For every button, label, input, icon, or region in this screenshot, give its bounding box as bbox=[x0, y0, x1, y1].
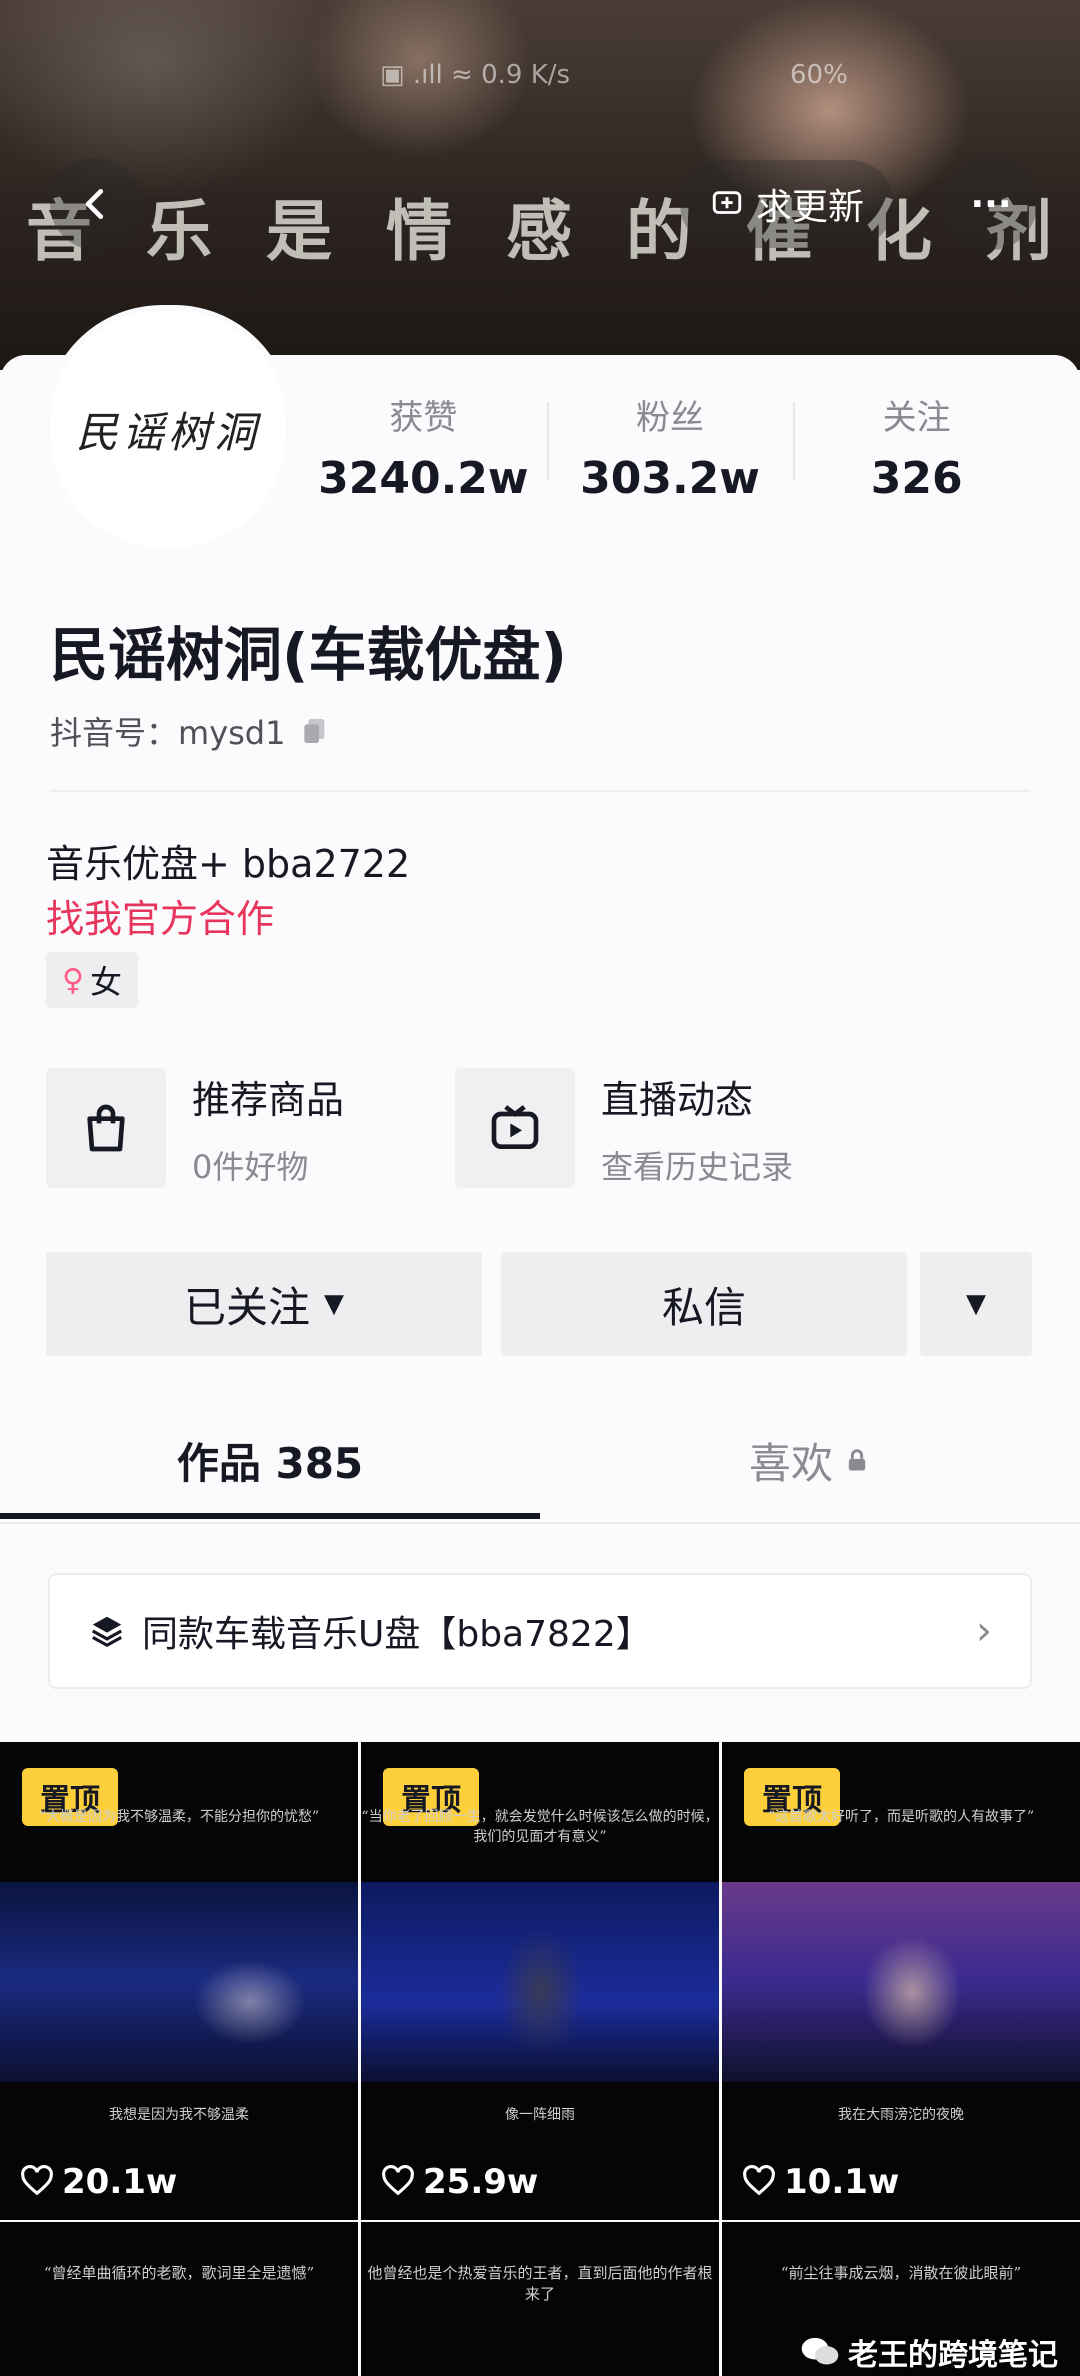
copy-icon[interactable] bbox=[299, 715, 331, 747]
video-thumbnail[interactable]: 置顶 “这首歌太好听了，而是听歌的人有故事了” 我在大雨滂沱的夜晚 10.1w bbox=[722, 1742, 1080, 2220]
video-thumbnail[interactable]: 他曾经也是个热爱音乐的王者，直到后面他的作者根来了 bbox=[361, 2222, 719, 2376]
douyin-id-row: 抖音号：mysd1 bbox=[50, 708, 331, 754]
tabs-divider bbox=[0, 1522, 1080, 1524]
video-caption: “当你老了回顾一生，就会发觉什么时候该怎么做的时候，我们的见面才有意义” bbox=[361, 1809, 719, 1845]
video-subtitle: 我在大雨滂沱的夜晚 bbox=[838, 2107, 964, 2123]
video-caption: “这首歌太好听了，而是听歌的人有故事了” bbox=[767, 1809, 1035, 1825]
live-activity-entry[interactable]: 直播动态 查看历史记录 bbox=[455, 1068, 793, 1188]
banner-char: 乐 bbox=[146, 192, 214, 270]
message-button[interactable]: 私信 bbox=[501, 1252, 907, 1356]
watermark-text: 老王的跨境笔记 bbox=[848, 2338, 1058, 2373]
video-subtitle: 我想是因为我不够温柔 bbox=[109, 2107, 249, 2123]
active-tab-indicator bbox=[0, 1513, 540, 1519]
video-stage-image bbox=[722, 1882, 1080, 2082]
likes-count: 20.1w bbox=[62, 2162, 178, 2202]
tab-works[interactable]: 作品 385 bbox=[0, 1405, 540, 1515]
video-thumbnail[interactable]: “曾经单曲循环的老歌，歌词里全是遗憾” bbox=[0, 2222, 358, 2376]
status-left: ▣ .ıll ≈ 0.9 K/s bbox=[380, 60, 571, 90]
tab-likes[interactable]: 喜欢 bbox=[540, 1405, 1080, 1515]
content-tabs: 作品 385 喜欢 bbox=[0, 1405, 1080, 1525]
gender-tag: ♀ 女 bbox=[46, 952, 138, 1008]
stat-likes[interactable]: 获赞 3240.2w bbox=[300, 390, 547, 510]
watermark: 老王的跨境笔记 bbox=[800, 2330, 1058, 2374]
divider bbox=[50, 790, 1030, 792]
shopping-bag-icon bbox=[46, 1068, 166, 1188]
feature-title: 直播动态 bbox=[601, 1077, 754, 1122]
video-likes: 25.9w bbox=[381, 2162, 538, 2202]
video-caption: 他曾经也是个热爱音乐的王者，直到后面他的作者根来了 bbox=[367, 2264, 713, 2303]
video-stage-image bbox=[361, 1882, 719, 2082]
expand-suggestions-button[interactable]: ▼ bbox=[920, 1252, 1032, 1356]
status-bar: ▣ .ıll ≈ 0.9 K/s 60% bbox=[0, 60, 1080, 100]
tab-likes-label: 喜欢 bbox=[748, 1438, 833, 1488]
stat-value: 3240.2w bbox=[318, 453, 529, 504]
douyin-id-value: mysd1 bbox=[178, 714, 286, 752]
message-label: 私信 bbox=[661, 1282, 746, 1332]
female-icon: ♀ bbox=[62, 962, 84, 998]
followed-button[interactable]: 已关注 ▼ bbox=[46, 1252, 482, 1356]
stat-label: 关注 bbox=[882, 398, 951, 438]
heart-icon bbox=[382, 2165, 414, 2196]
heart-icon bbox=[743, 2165, 775, 2196]
tab-works-label: 作品 385 bbox=[176, 1438, 364, 1488]
gender-label: 女 bbox=[89, 963, 122, 1001]
followed-label: 已关注 bbox=[183, 1282, 310, 1332]
caret-down-icon: ▼ bbox=[324, 1289, 344, 1319]
video-thumbnail[interactable]: 置顶 “大概是因为我不够温柔，不能分担你的忧愁” 我想是因为我不够温柔 20.1… bbox=[0, 1742, 358, 2220]
feature-title: 推荐商品 bbox=[192, 1077, 345, 1122]
video-stage-image bbox=[0, 1882, 358, 2082]
layers-icon bbox=[91, 1616, 123, 1648]
caret-down-icon: ▼ bbox=[966, 1289, 986, 1319]
stat-value: 303.2w bbox=[580, 453, 760, 504]
video-likes: 20.1w bbox=[20, 2162, 177, 2202]
back-button[interactable] bbox=[50, 158, 142, 250]
video-likes: 10.1w bbox=[742, 2162, 899, 2202]
playlist-entry[interactable]: 同款车载音乐U盘【bba7822】 › bbox=[48, 1573, 1032, 1689]
avatar[interactable]: 民谣树洞 bbox=[44, 305, 292, 553]
video-thumbnail[interactable]: 置顶 “当你老了回顾一生，就会发觉什么时候该怎么做的时候，我们的见面才有意义” … bbox=[361, 1742, 719, 2220]
tv-play-icon bbox=[455, 1068, 575, 1188]
request-update-button[interactable]: 求更新 bbox=[680, 160, 895, 248]
update-request-icon bbox=[712, 191, 742, 214]
wechat-icon bbox=[801, 2337, 839, 2365]
stat-followers[interactable]: 粉丝 303.2w bbox=[546, 390, 794, 510]
bio-line-1: 音乐优盘+ bba2722 bbox=[46, 842, 411, 886]
douyin-id-label: 抖音号： bbox=[50, 714, 179, 752]
video-caption: “大概是因为我不够温柔，不能分担你的忧愁” bbox=[38, 1809, 320, 1825]
recommended-products-entry[interactable]: 推荐商品 0件好物 bbox=[46, 1068, 344, 1188]
profile-stats: 获赞 3240.2w 粉丝 303.2w 关注 326 bbox=[300, 390, 1040, 510]
request-update-label: 求更新 bbox=[756, 187, 865, 228]
stat-value: 326 bbox=[870, 453, 963, 504]
feature-subtitle: 查看历史记录 bbox=[601, 1147, 794, 1186]
heart-icon bbox=[21, 2165, 53, 2196]
video-caption: “前尘往事成云烟，消散在彼此眼前” bbox=[780, 2264, 1022, 2282]
avatar-text: 民谣树洞 bbox=[75, 407, 260, 457]
more-options-button[interactable]: ··· bbox=[945, 158, 1037, 250]
battery-level: 60% bbox=[790, 60, 848, 90]
playlist-label: 同款车载音乐U盘【bba7822】 bbox=[142, 1614, 652, 1655]
likes-count: 10.1w bbox=[784, 2162, 900, 2202]
chevron-left-icon bbox=[85, 188, 104, 220]
official-cooperation-link[interactable]: 找我官方合作 bbox=[46, 888, 274, 943]
more-dots-icon: ··· bbox=[970, 183, 1012, 225]
banner-char: 情 bbox=[386, 192, 454, 270]
video-caption: “曾经单曲循环的老歌，歌词里全是遗憾” bbox=[43, 2264, 315, 2282]
stat-label: 粉丝 bbox=[636, 398, 704, 438]
video-subtitle: 像一阵细雨 bbox=[505, 2107, 575, 2123]
banner-text: 音 乐 是 情 感 的 催 化 剂 bbox=[0, 178, 1080, 274]
likes-count: 25.9w bbox=[423, 2162, 539, 2202]
stat-following[interactable]: 关注 326 bbox=[793, 390, 1040, 510]
chevron-right-icon: › bbox=[976, 1608, 992, 1654]
profile-name: 民谣树洞(车载优盘) bbox=[50, 621, 568, 689]
banner-char: 是 bbox=[266, 192, 334, 270]
stat-label: 获赞 bbox=[389, 398, 458, 438]
lock-icon bbox=[848, 1449, 866, 1471]
feature-subtitle: 0件好物 bbox=[192, 1147, 309, 1186]
banner-char: 感 bbox=[506, 192, 574, 270]
